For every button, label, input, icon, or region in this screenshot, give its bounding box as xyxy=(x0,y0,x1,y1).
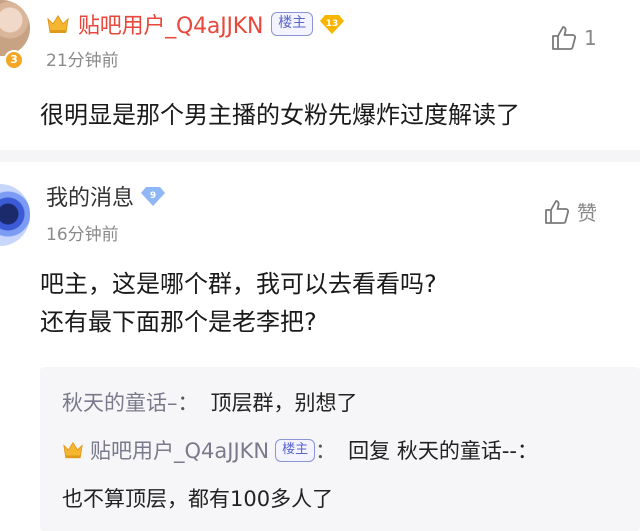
comment-header: 我的消息 9 xyxy=(46,179,166,213)
avatar-level-badge: 3 xyxy=(4,50,24,70)
reply-username[interactable]: 秋天的童话– xyxy=(62,387,178,417)
crown-icon xyxy=(47,15,69,33)
svg-text:13: 13 xyxy=(326,19,339,29)
username[interactable]: 我的消息 xyxy=(46,180,134,212)
owner-badge: 楼主 xyxy=(275,438,316,462)
comment-header: 贴吧用户_Q4aJJKN 楼主 13 xyxy=(46,7,345,41)
like-count: 1 xyxy=(584,26,597,50)
divider xyxy=(0,150,640,162)
svg-text:9: 9 xyxy=(150,191,156,201)
reply-text: 也不算顶层，都有100多人了 xyxy=(62,487,334,511)
reply-item[interactable]: 贴吧用户_Q4aJJKN 楼主 ： 回复 秋天的童话--： xyxy=(62,435,538,465)
comment-text: 吧主，这是哪个群，我可以去看看吗? 还有最下面那个是老李把? xyxy=(40,265,620,341)
reply-text: 回复 秋天的童话--： xyxy=(348,439,538,463)
comment-time: 16分钟前 xyxy=(46,225,119,245)
like-button[interactable]: 赞 xyxy=(543,197,597,226)
thumbs-up-icon xyxy=(545,199,570,224)
like-label: 赞 xyxy=(577,201,597,225)
crown-icon xyxy=(63,441,83,459)
reply-colon: ： xyxy=(315,439,337,463)
comment-text-line: 吧主，这是哪个群，我可以去看看吗? xyxy=(40,270,437,298)
reply-item[interactable]: 秋天的童话– ： 顶层群，别想了 xyxy=(62,387,358,417)
comment-item: 我的消息 9 16分钟前 赞 吧主，这是哪个群，我可以去看看吗? 还有最下面那个… xyxy=(0,162,640,531)
reply-text: 顶层群，别想了 xyxy=(210,391,358,415)
reply-username[interactable]: 贴吧用户_Q4aJJKN xyxy=(90,435,269,465)
owner-badge: 楼主 xyxy=(271,12,314,36)
avatar[interactable] xyxy=(0,184,30,246)
reply-box[interactable]: 秋天的童话– ： 顶层群，别想了 贴吧用户_Q4aJJKN 楼主 ： 回复 秋天… xyxy=(40,367,640,531)
comment-item: 3 贴吧用户_Q4aJJKN 楼主 13 21分钟前 1 很明显是那个男主播的女… xyxy=(0,0,640,150)
comment-time: 21分钟前 xyxy=(46,51,119,71)
level-diamond-icon: 9 xyxy=(141,187,166,206)
reply-colon: ： xyxy=(177,391,199,415)
reply-continuation: 也不算顶层，都有100多人了 xyxy=(62,483,333,513)
comment-text: 很明显是那个男主播的女粉先爆炸过度解读了 xyxy=(40,101,520,129)
thumbs-up-icon xyxy=(552,26,577,50)
level-diamond-icon: 13 xyxy=(320,15,345,34)
comment-text-line: 还有最下面那个是老李把? xyxy=(40,308,317,336)
avatar[interactable] xyxy=(0,0,30,56)
like-button[interactable]: 1 xyxy=(550,24,597,52)
username[interactable]: 贴吧用户_Q4aJJKN xyxy=(78,8,263,40)
